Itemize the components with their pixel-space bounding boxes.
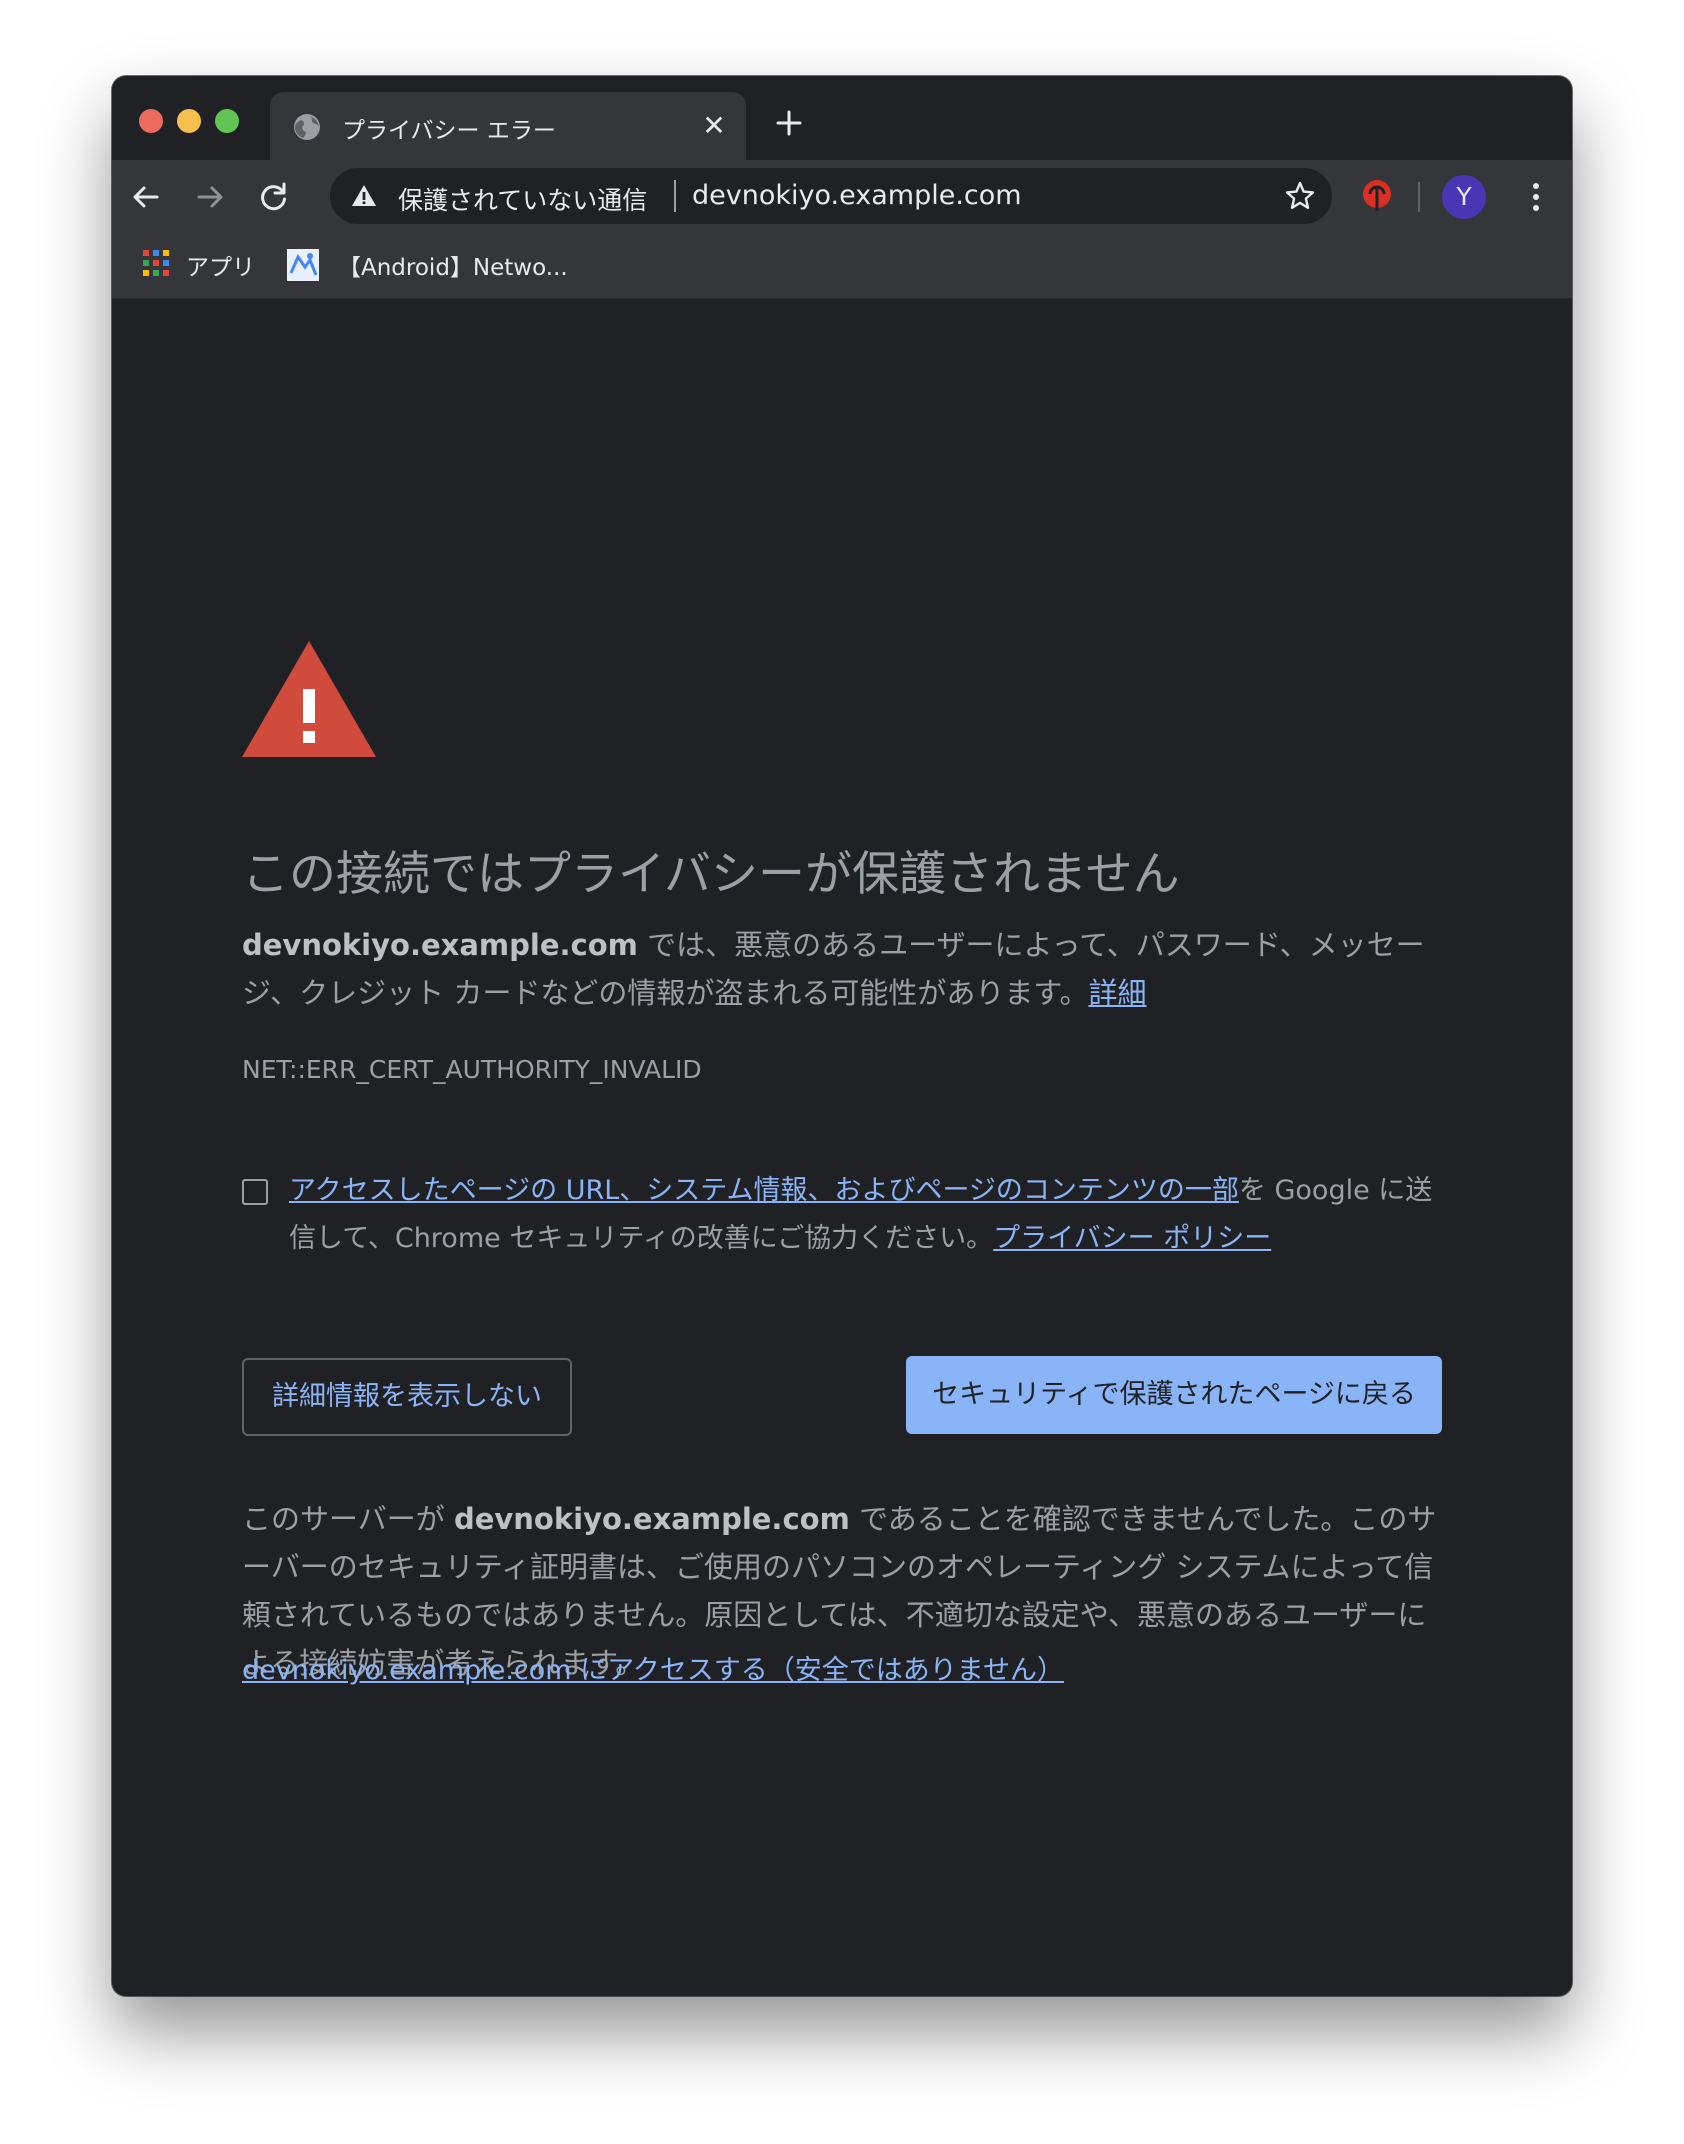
tab-title: プライバシー エラー: [342, 118, 556, 144]
details-text-before: このサーバーが: [242, 1502, 454, 1536]
details-hostname: devnokiyo.example.com: [453, 1502, 850, 1536]
back-arrow-icon[interactable]: [128, 179, 164, 215]
close-icon[interactable]: ✕: [698, 110, 730, 142]
toolbar: 保護されていない通信 devnokiyo.example.com Y: [112, 160, 1572, 234]
kebab-menu-icon[interactable]: [1518, 178, 1554, 216]
bookmarks-bar: アプリ 【Android】Netwo...: [112, 234, 1572, 299]
url-text[interactable]: devnokiyo.example.com: [692, 180, 1022, 211]
warning-icon[interactable]: [350, 182, 378, 210]
browser-window: プライバシー エラー ✕ 保護されていない通信 devnokiyo.exampl…: [112, 76, 1572, 1996]
error-code: NET::ERR_CERT_AUTHORITY_INVALID: [242, 1055, 702, 1084]
profile-avatar[interactable]: Y: [1442, 175, 1486, 219]
omnibox[interactable]: 保護されていない通信 devnokiyo.example.com: [330, 168, 1332, 224]
opt-in-checkbox[interactable]: [242, 1179, 268, 1205]
back-to-safety-button[interactable]: セキュリティで保護されたページに戻る: [906, 1356, 1442, 1434]
apps-grid-icon[interactable]: [143, 250, 169, 276]
zoom-window-button[interactable]: [215, 109, 239, 133]
page-content: この接続ではプライバシーが保護されません devnokiyo.example.c…: [112, 299, 1572, 1996]
privacy-policy-link[interactable]: プライバシー ポリシー: [993, 1223, 1271, 1254]
new-tab-plus-icon[interactable]: [770, 104, 808, 142]
proceed-unsafe-link[interactable]: devnokiyo.example.com にアクセスする（安全ではありません）: [242, 1648, 1064, 1687]
red-warning-triangle-icon: [242, 641, 376, 757]
globe-icon: [294, 114, 320, 140]
minimize-window-button[interactable]: [177, 109, 201, 133]
close-window-button[interactable]: [139, 109, 163, 133]
bookmark-apps[interactable]: アプリ: [186, 248, 255, 282]
error-description: devnokiyo.example.com では、悪意のあるユーザーによって、パ…: [242, 921, 1442, 1017]
reload-icon[interactable]: [256, 179, 292, 215]
omnibox-divider: [674, 180, 676, 212]
tab-privacy-error[interactable]: プライバシー エラー ✕: [270, 92, 746, 160]
bookmark-favicon-icon: [287, 249, 319, 281]
details-link[interactable]: 詳細: [1088, 976, 1146, 1010]
bookmark-android-network[interactable]: 【Android】Netwo...: [338, 248, 568, 282]
report-details-link[interactable]: アクセスしたページの URL、システム情報、およびページのコンテンツの一部: [289, 1175, 1239, 1206]
forward-arrow-icon[interactable]: [192, 179, 228, 215]
hostname-text: devnokiyo.example.com: [242, 928, 638, 962]
page-title: この接続ではプライバシーが保護されません: [242, 847, 1180, 902]
toolbar-divider: [1418, 182, 1420, 212]
bookmark-star-icon[interactable]: [1284, 180, 1316, 212]
opt-in-text: アクセスしたページの URL、システム情報、およびページのコンテンツの一部を G…: [289, 1167, 1449, 1263]
security-status-label[interactable]: 保護されていない通信: [398, 181, 647, 217]
tab-strip: プライバシー エラー ✕: [112, 76, 1572, 160]
extension-icon[interactable]: [1358, 177, 1396, 215]
hide-details-button[interactable]: 詳細情報を表示しない: [242, 1358, 572, 1436]
